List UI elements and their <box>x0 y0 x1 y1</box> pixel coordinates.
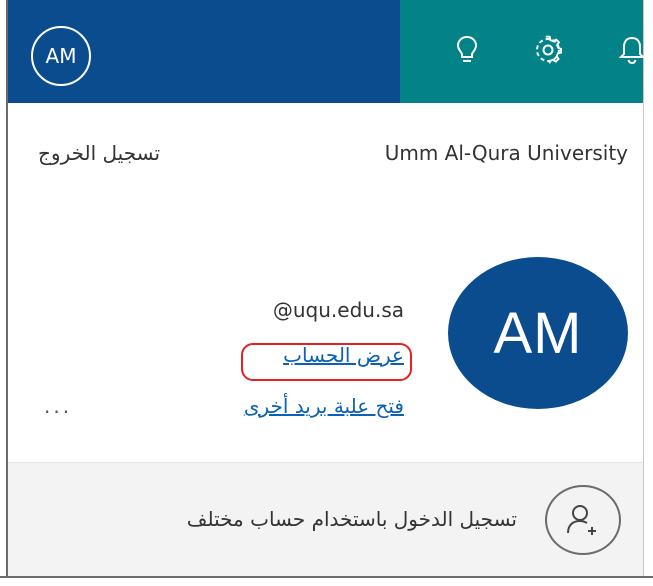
account-bar: AM <box>8 0 400 103</box>
account-email: @uqu.edu.sa <box>272 298 404 322</box>
lightbulb-icon[interactable] <box>447 30 487 70</box>
window-bottom-edge <box>0 576 653 586</box>
more-options-button[interactable]: ... <box>44 394 72 418</box>
sign-out-link[interactable]: تسجيل الخروج <box>38 141 160 165</box>
window-left-edge <box>0 0 8 586</box>
gear-icon[interactable] <box>528 30 568 70</box>
app-bar <box>400 0 646 103</box>
sign-in-different-label: تسجيل الدخول باستخدام حساب مختلف <box>186 507 517 531</box>
sign-in-different-account[interactable]: تسجيل الدخول باستخدام حساب مختلف <box>8 462 643 577</box>
open-other-mailbox-link[interactable]: فتح علبة بريد أخرى <box>244 394 404 418</box>
account-avatar-button[interactable]: AM <box>31 26 91 86</box>
view-account-link[interactable]: عرض الحساب <box>283 343 404 367</box>
add-person-icon <box>545 485 621 555</box>
organization-name: Umm Al-Qura University <box>384 141 628 165</box>
window-right-edge <box>643 0 653 586</box>
header-bar: AM <box>8 0 646 103</box>
bell-icon[interactable] <box>618 30 648 70</box>
profile-avatar: AM <box>448 257 628 409</box>
